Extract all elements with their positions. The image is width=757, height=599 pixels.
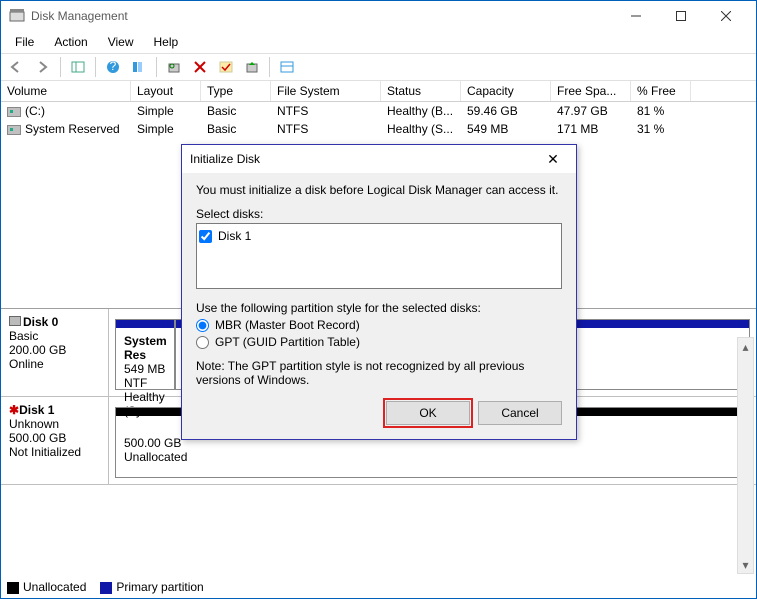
dialog-titlebar[interactable]: Initialize Disk ✕	[182, 145, 576, 173]
rescan-icon[interactable]	[240, 56, 264, 78]
refresh-icon[interactable]	[162, 56, 186, 78]
dialog-close-button[interactable]: ✕	[538, 151, 568, 168]
disk-label[interactable]: Disk 0Basic200.00 GBOnline	[1, 309, 109, 396]
menu-help[interactable]: Help	[146, 33, 187, 51]
menu-file[interactable]: File	[7, 33, 42, 51]
radio-mbr[interactable]: MBR (Master Boot Record)	[196, 318, 562, 332]
toolbar: ?	[1, 53, 756, 81]
col-volume[interactable]: Volume	[1, 81, 131, 101]
titlebar: Disk Management	[1, 1, 756, 31]
partition[interactable]: System Res549 MB NTFHealthy (Sys	[115, 319, 175, 390]
volume-icon	[7, 107, 21, 117]
menu-view[interactable]: View	[100, 33, 142, 51]
svg-text:?: ?	[110, 60, 117, 73]
scroll-down-icon[interactable]: ▾	[738, 556, 753, 573]
ok-button[interactable]: OK	[386, 401, 470, 425]
disk1-checkbox[interactable]	[199, 230, 212, 243]
col-status[interactable]: Status	[381, 81, 461, 101]
back-button[interactable]	[5, 56, 29, 78]
initialize-disk-dialog: Initialize Disk ✕ You must initialize a …	[181, 144, 577, 440]
list-view-icon[interactable]	[275, 56, 299, 78]
legend: Unallocated Primary partition	[7, 580, 204, 594]
minimize-button[interactable]	[613, 1, 658, 31]
help-icon[interactable]: ?	[101, 56, 125, 78]
delete-icon[interactable]	[188, 56, 212, 78]
legend-primary-partition: Primary partition	[100, 580, 203, 594]
gpt-note: Note: The GPT partition style is not rec…	[196, 359, 562, 387]
col-percent-free[interactable]: % Free	[631, 81, 691, 101]
scroll-up-icon[interactable]: ▴	[738, 338, 753, 355]
disk1-label: Disk 1	[218, 229, 251, 243]
volume-icon	[7, 125, 21, 135]
legend-unallocated: Unallocated	[7, 580, 86, 594]
col-layout[interactable]: Layout	[131, 81, 201, 101]
dialog-message: You must initialize a disk before Logica…	[196, 183, 562, 197]
col-filesystem[interactable]: File System	[271, 81, 381, 101]
volume-row[interactable]: System Reserved SimpleBasicNTFS Healthy …	[1, 120, 756, 138]
vertical-scrollbar[interactable]: ▴ ▾	[737, 337, 754, 574]
volume-row[interactable]: (C:) SimpleBasicNTFS Healthy (B...59.46 …	[1, 102, 756, 120]
maximize-button[interactable]	[658, 1, 703, 31]
close-button[interactable]	[703, 1, 748, 31]
menubar: File Action View Help	[1, 31, 756, 53]
settings-bars-icon[interactable]	[127, 56, 151, 78]
col-type[interactable]: Type	[201, 81, 271, 101]
radio-gpt[interactable]: GPT (GUID Partition Table)	[196, 335, 562, 349]
menu-action[interactable]: Action	[46, 33, 95, 51]
app-icon	[9, 8, 25, 24]
disk-label[interactable]: ✱Disk 1Unknown500.00 GBNot Initialized	[1, 397, 109, 484]
dialog-title: Initialize Disk	[190, 152, 538, 166]
volume-list: (C:) SimpleBasicNTFS Healthy (B...59.46 …	[1, 102, 756, 138]
window-title: Disk Management	[31, 9, 613, 23]
cancel-button[interactable]: Cancel	[478, 401, 562, 425]
check-icon[interactable]	[214, 56, 238, 78]
gpt-radio[interactable]	[196, 336, 209, 349]
show-hide-console-tree-icon[interactable]	[66, 56, 90, 78]
mbr-radio[interactable]	[196, 319, 209, 332]
select-disks-label: Select disks:	[196, 207, 562, 221]
partition-style-label: Use the following partition style for th…	[196, 301, 562, 315]
disk-selection-list[interactable]: Disk 1	[196, 223, 562, 289]
col-free-space[interactable]: Free Spa...	[551, 81, 631, 101]
forward-button[interactable]	[31, 56, 55, 78]
col-capacity[interactable]: Capacity	[461, 81, 551, 101]
disk-checkbox-item[interactable]: Disk 1	[199, 229, 559, 243]
volume-list-header: Volume Layout Type File System Status Ca…	[1, 81, 756, 102]
